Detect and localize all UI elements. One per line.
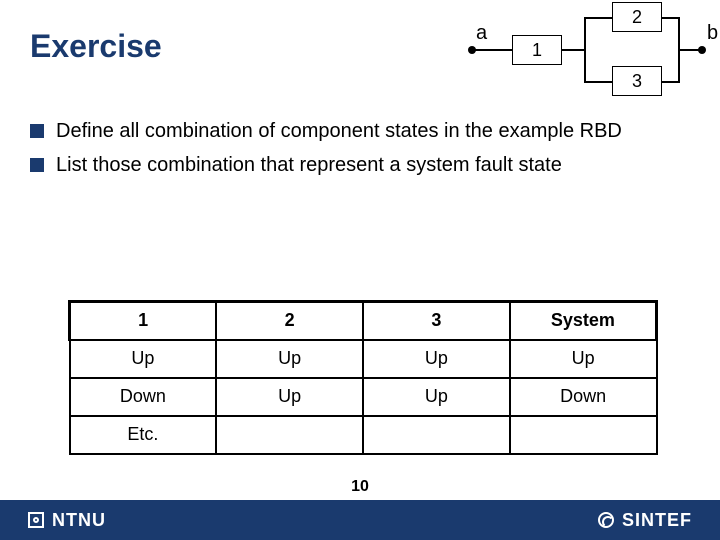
- table-cell: Up: [70, 340, 217, 378]
- rbd-wire: [584, 17, 612, 19]
- rbd-box-2: 2: [612, 2, 662, 32]
- ntnu-logo-icon: [28, 512, 44, 528]
- table-cell: [510, 416, 657, 454]
- table-header: 3: [363, 302, 510, 340]
- table-cell: Up: [216, 378, 363, 416]
- slide: { "title": "Exercise", "rbd": { "a": "a"…: [0, 0, 720, 540]
- sintef-logo-icon: [598, 512, 614, 528]
- table-cell: Up: [363, 340, 510, 378]
- rbd-wire: [584, 81, 612, 83]
- bullet-list: Define all combination of component stat…: [30, 118, 690, 186]
- table-header-row: 1 2 3 System: [70, 302, 657, 340]
- table-row: Up Up Up Up: [70, 340, 657, 378]
- rbd-box-1: 1: [512, 35, 562, 65]
- table-row: Etc.: [70, 416, 657, 454]
- table-cell: Etc.: [70, 416, 217, 454]
- table-header: 2: [216, 302, 363, 340]
- page-title: Exercise: [30, 28, 162, 65]
- footer-left-label: NTNU: [52, 510, 106, 531]
- footer-left: NTNU: [28, 510, 106, 531]
- table-cell: Up: [363, 378, 510, 416]
- bullet-item: Define all combination of component stat…: [30, 118, 690, 144]
- rbd-wire: [472, 49, 512, 51]
- table-header: 1: [70, 302, 217, 340]
- rbd-wire: [584, 17, 586, 83]
- table-cell: Up: [510, 340, 657, 378]
- table-header: System: [510, 302, 657, 340]
- table-cell: [216, 416, 363, 454]
- page-number: 10: [351, 478, 369, 496]
- table-cell: Up: [216, 340, 363, 378]
- state-table: 1 2 3 System Up Up Up Up Down Up Up Down…: [68, 300, 658, 455]
- rbd-box-3: 3: [612, 66, 662, 96]
- rbd-wire: [678, 49, 702, 51]
- table-cell: [363, 416, 510, 454]
- table-cell: Down: [70, 378, 217, 416]
- footer-right: SINTEF: [598, 510, 692, 531]
- table-row: Down Up Up Down: [70, 378, 657, 416]
- rbd-diagram: a b 1 2 3: [460, 2, 720, 102]
- rbd-label-a: a: [476, 22, 487, 45]
- table-cell: Down: [510, 378, 657, 416]
- rbd-wire: [562, 49, 586, 51]
- rbd-label-b: b: [707, 22, 718, 45]
- bullet-item: List those combination that represent a …: [30, 152, 690, 178]
- footer-bar: NTNU SINTEF: [0, 500, 720, 540]
- footer-right-label: SINTEF: [622, 510, 692, 531]
